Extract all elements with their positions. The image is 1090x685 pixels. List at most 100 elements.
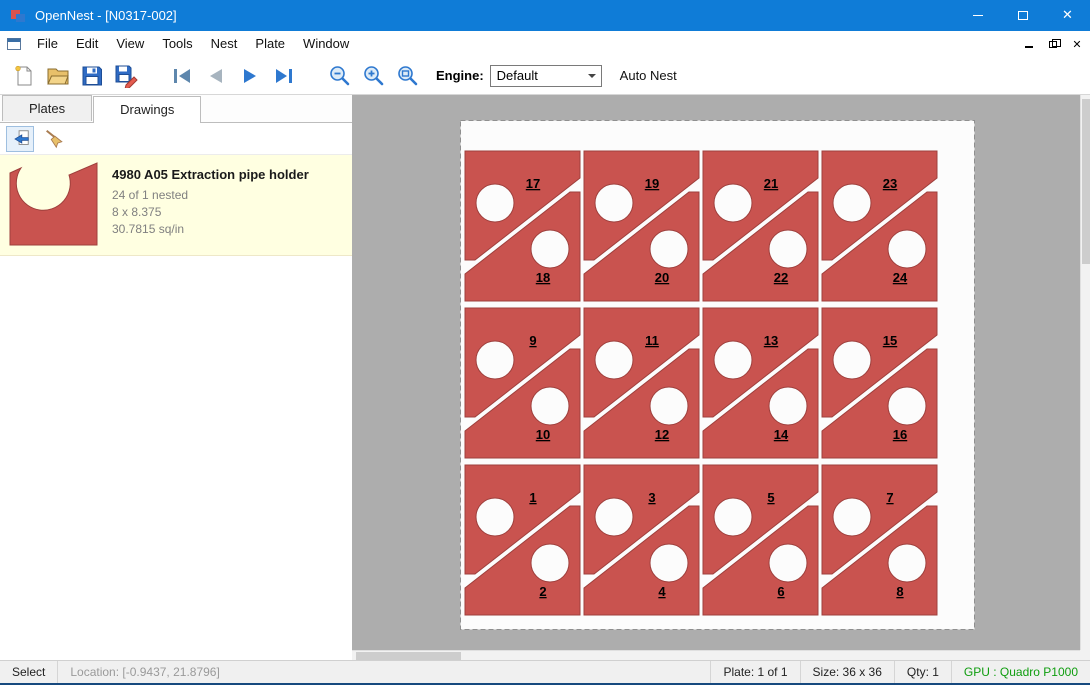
part-number: 13: [764, 333, 778, 348]
sidebar-tabs: Plates Drawings: [0, 95, 352, 123]
menu-tools[interactable]: Tools: [153, 33, 201, 55]
menu-plate[interactable]: Plate: [246, 33, 294, 55]
save-button[interactable]: [78, 62, 106, 90]
import-arrow-icon: [9, 128, 31, 150]
part-number: 16: [893, 427, 907, 442]
horizontal-scrollbar[interactable]: [352, 650, 1080, 660]
status-bar: Select Location: [-0.9437, 21.8796] Plat…: [0, 660, 1090, 683]
zoom-out-icon: [328, 64, 352, 88]
nest-canvas[interactable]: 171819202122232491011121314151612345678: [352, 95, 1090, 660]
sidebar: Plates Drawings: [0, 95, 352, 660]
tab-drawings[interactable]: Drawings: [93, 96, 201, 123]
drawing-nested-count: 24 of 1 nested: [112, 187, 309, 204]
title-bar: OpenNest - [N0317-002] ✕: [0, 0, 1090, 31]
close-button[interactable]: ✕: [1045, 0, 1090, 31]
drawing-size: 8 x 8.375: [112, 204, 309, 221]
next-icon: [238, 64, 262, 88]
drawing-area: 30.7815 sq/in: [112, 221, 309, 238]
menu-view[interactable]: View: [107, 33, 153, 55]
zoom-in-button[interactable]: [360, 62, 388, 90]
part-number: 10: [536, 427, 550, 442]
toolbar: Engine: Default Auto Nest: [0, 57, 1090, 95]
mdi-document-icon: [6, 36, 22, 52]
broom-icon: [43, 128, 65, 150]
engine-value: Default: [491, 68, 584, 83]
engine-select[interactable]: Default: [490, 65, 602, 87]
part-number: 1: [529, 490, 536, 505]
open-button[interactable]: [44, 62, 72, 90]
tab-plates[interactable]: Plates: [2, 95, 92, 121]
part-number: 14: [774, 427, 789, 442]
scrollbar-corner: [1080, 650, 1090, 660]
part-number: 11: [645, 333, 659, 348]
part-number: 7: [886, 490, 893, 505]
previous-plate-button[interactable]: [202, 62, 230, 90]
mdi-minimize-icon: [1025, 46, 1033, 48]
first-plate-button[interactable]: [168, 62, 196, 90]
part-thumbnail: [6, 161, 102, 247]
mdi-minimize-button[interactable]: [1018, 34, 1040, 54]
part-number: 8: [896, 584, 903, 599]
part-number: 24: [893, 270, 908, 285]
app-window: OpenNest - [N0317-002] ✕ File Edit View …: [0, 0, 1090, 685]
app-icon: [10, 8, 26, 24]
previous-icon: [204, 64, 228, 88]
first-icon: [170, 64, 194, 88]
import-drawing-button[interactable]: [6, 126, 34, 152]
status-mode: Select: [0, 661, 57, 683]
menu-nest[interactable]: Nest: [202, 33, 247, 55]
maximize-icon: [1018, 11, 1028, 20]
chevron-down-icon: [588, 74, 596, 78]
part-number: 2: [539, 584, 546, 599]
zoom-fit-button[interactable]: [394, 62, 422, 90]
zoom-out-button[interactable]: [326, 62, 354, 90]
last-plate-button[interactable]: [270, 62, 298, 90]
status-size: Size: 36 x 36: [801, 661, 894, 683]
menu-edit[interactable]: Edit: [67, 33, 107, 55]
mdi-restore-icon: [1049, 41, 1057, 48]
vertical-scrollbar-thumb[interactable]: [1082, 99, 1090, 264]
status-plate: Plate: 1 of 1: [711, 661, 799, 683]
part-number: 9: [529, 333, 536, 348]
mdi-close-icon: ✕: [1072, 38, 1081, 51]
part-number: 17: [526, 176, 540, 191]
drawing-list-item[interactable]: 4980 A05 Extraction pipe holder 24 of 1 …: [0, 155, 352, 256]
part-number: 3: [648, 490, 655, 505]
last-icon: [272, 64, 296, 88]
new-button[interactable]: [10, 62, 38, 90]
save-as-icon: [114, 64, 138, 88]
save-as-button[interactable]: [112, 62, 140, 90]
part-number: 20: [655, 270, 669, 285]
part-number: 19: [645, 176, 659, 191]
horizontal-scrollbar-thumb[interactable]: [356, 652, 461, 660]
menu-window[interactable]: Window: [294, 33, 358, 55]
menu-file[interactable]: File: [28, 33, 67, 55]
status-qty: Qty: 1: [895, 661, 951, 683]
status-location: Location: [-0.9437, 21.8796]: [58, 661, 231, 683]
engine-label: Engine:: [436, 68, 484, 83]
part-number: 23: [883, 176, 897, 191]
auto-nest-button[interactable]: Auto Nest: [620, 68, 677, 83]
mdi-close-button[interactable]: ✕: [1066, 34, 1088, 54]
status-gpu: GPU : Quadro P1000: [952, 661, 1090, 683]
part-number: 22: [774, 270, 788, 285]
close-icon: ✕: [1062, 8, 1073, 23]
plate[interactable]: 171819202122232491011121314151612345678: [460, 120, 975, 630]
save-icon: [80, 64, 104, 88]
zoom-in-icon: [362, 64, 386, 88]
drawings-toolbar: [0, 123, 352, 155]
part-number: 4: [658, 584, 666, 599]
clear-drawings-button[interactable]: [40, 126, 68, 152]
part-number: 18: [536, 270, 550, 285]
part-number: 21: [764, 176, 778, 191]
minimize-button[interactable]: [955, 0, 1000, 31]
part-number: 12: [655, 427, 669, 442]
part-number: 5: [767, 490, 774, 505]
maximize-button[interactable]: [1000, 0, 1045, 31]
zoom-fit-icon: [396, 64, 420, 88]
drawing-info: 4980 A05 Extraction pipe holder 24 of 1 …: [102, 161, 309, 247]
new-document-icon: [12, 64, 36, 88]
vertical-scrollbar[interactable]: [1080, 95, 1090, 650]
next-plate-button[interactable]: [236, 62, 264, 90]
mdi-restore-button[interactable]: [1042, 34, 1064, 54]
